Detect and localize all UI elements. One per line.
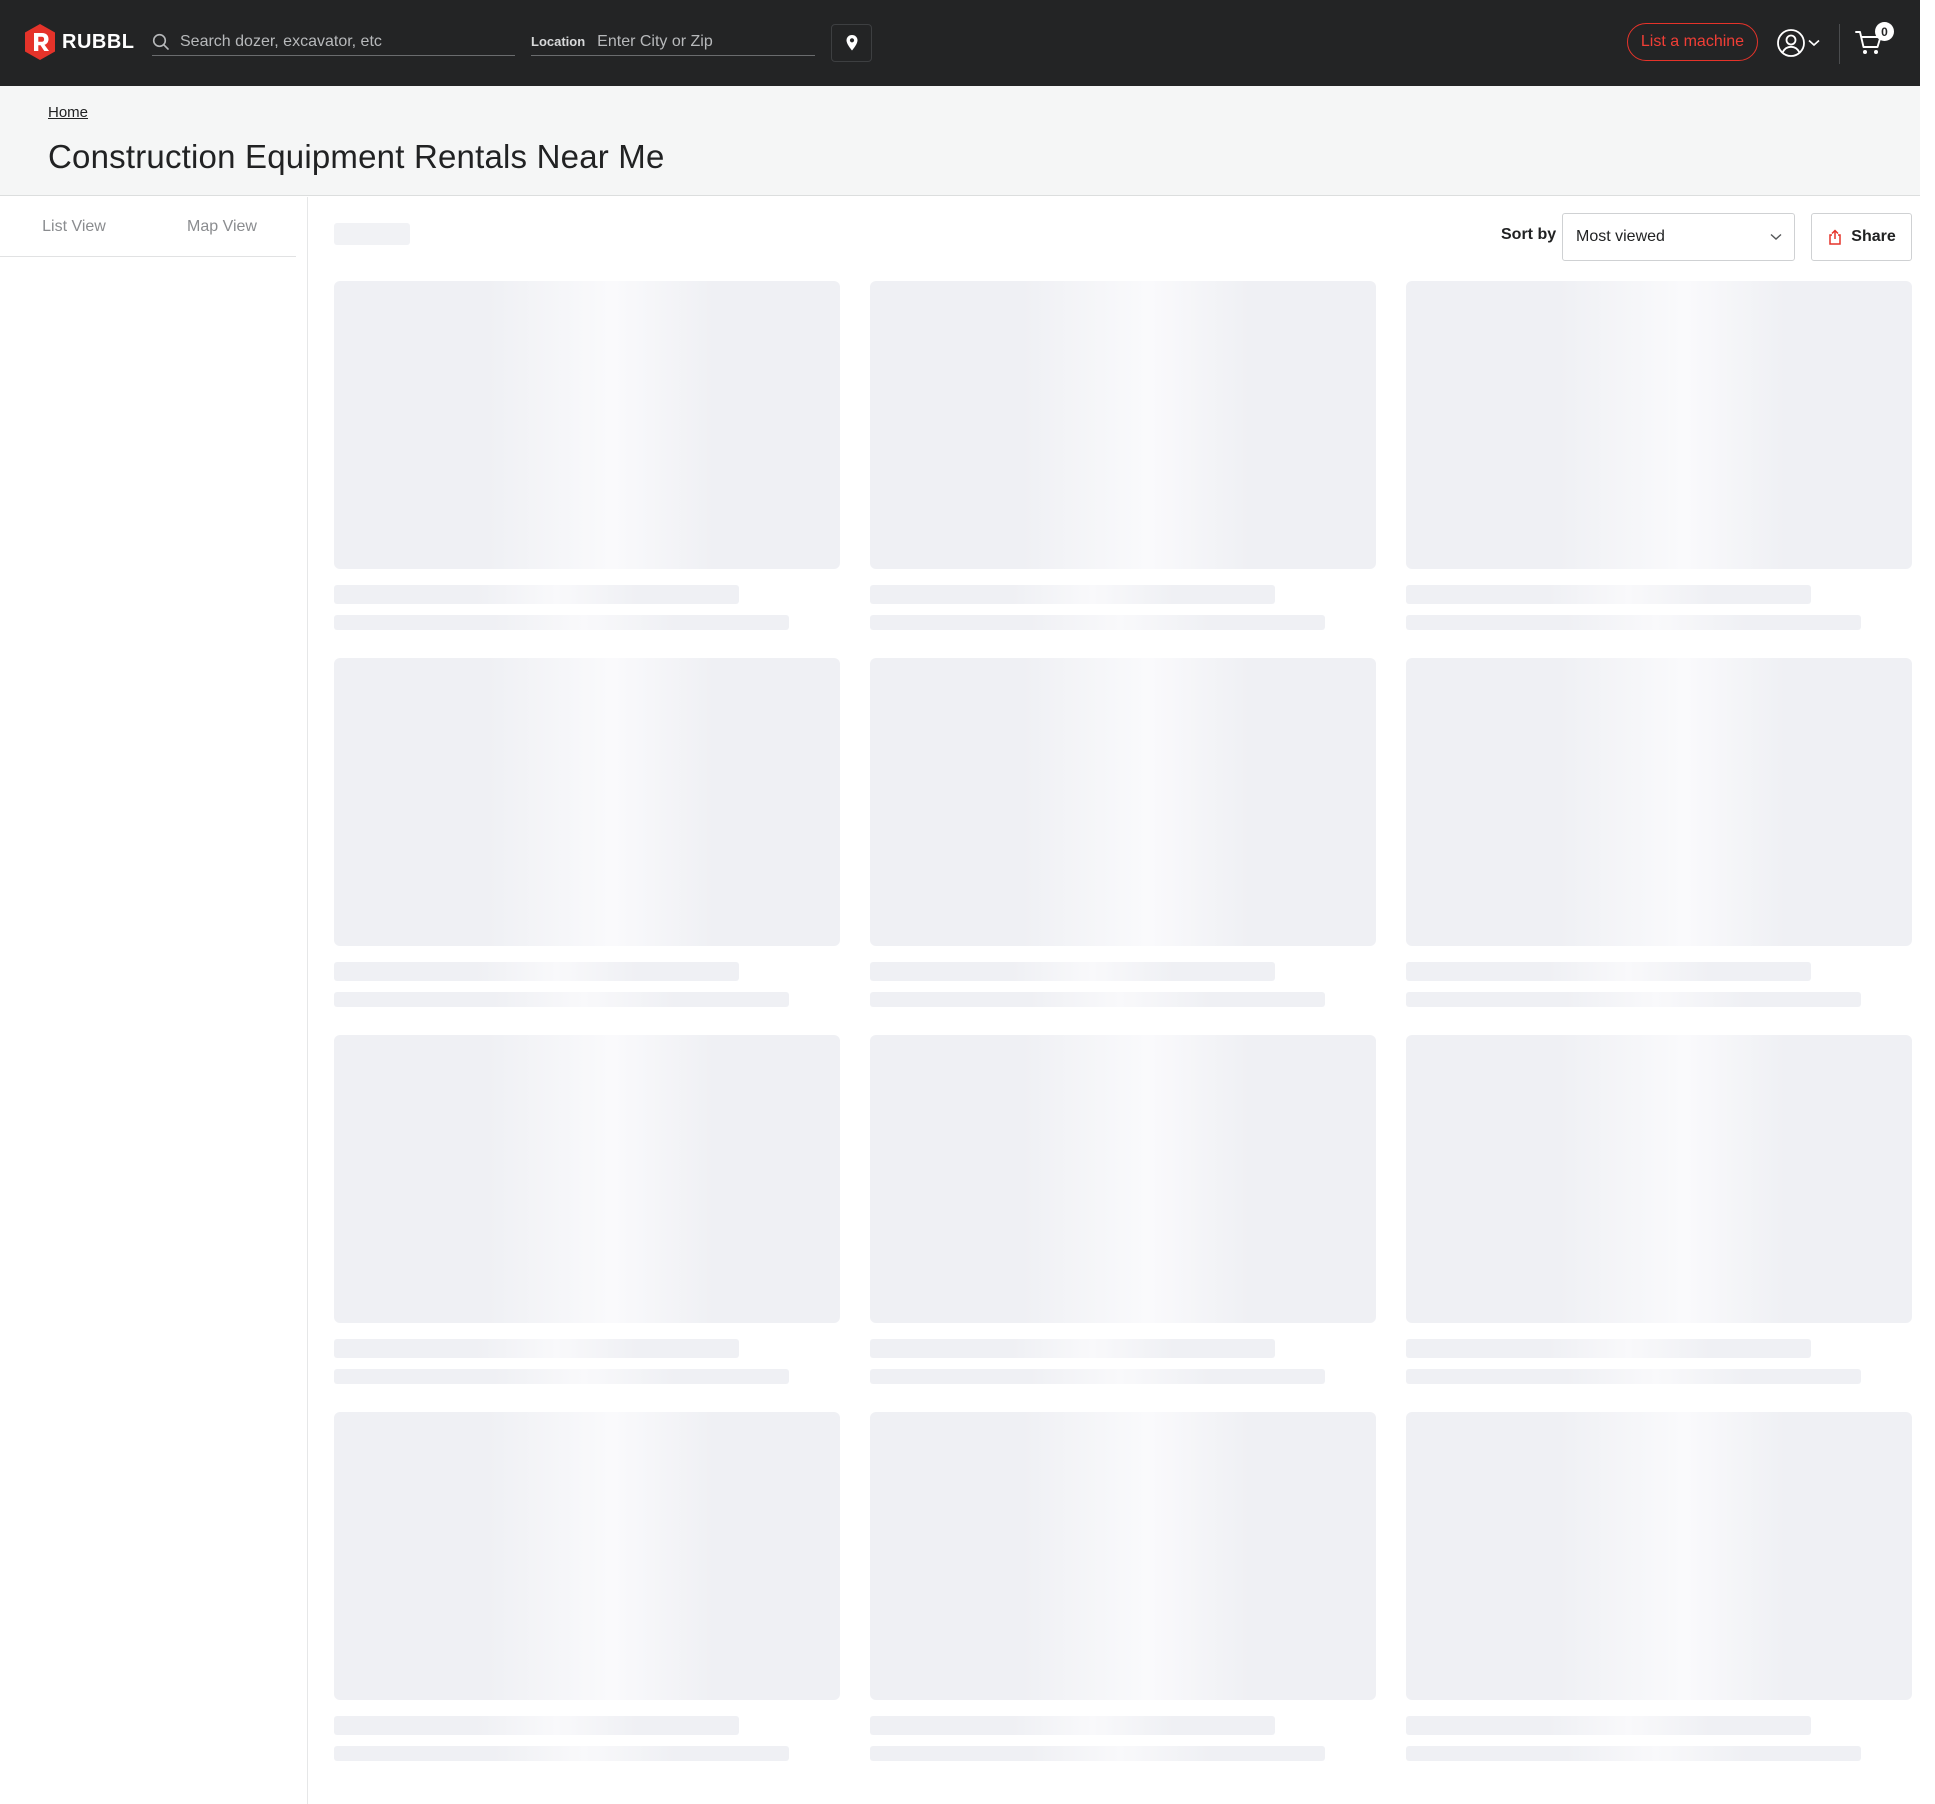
subtitle-placeholder xyxy=(334,1369,789,1384)
image-placeholder xyxy=(870,1412,1376,1700)
title-placeholder xyxy=(1406,1716,1811,1735)
subtitle-placeholder xyxy=(334,992,789,1007)
subtitle-placeholder xyxy=(870,1746,1325,1761)
filter-sidebar: List View Map View xyxy=(0,197,308,1804)
search-icon xyxy=(152,33,169,50)
subtitle-placeholder xyxy=(1406,1369,1861,1384)
page-header: Home Construction Equipment Rentals Near… xyxy=(0,86,1920,196)
image-placeholder xyxy=(334,281,840,569)
sort-label: Sort by xyxy=(1501,226,1557,243)
listing-card-placeholder xyxy=(870,281,1376,633)
listing-card-placeholder xyxy=(1406,281,1912,633)
listing-card-placeholder xyxy=(334,1035,840,1387)
subtitle-placeholder xyxy=(870,615,1325,630)
listing-card-placeholder xyxy=(1406,1035,1912,1387)
result-count-placeholder xyxy=(334,223,410,245)
share-button[interactable]: Share xyxy=(1811,213,1912,261)
rubbl-logo-icon xyxy=(25,24,55,60)
title-placeholder xyxy=(870,1339,1275,1358)
cart-button[interactable]: 0 xyxy=(1855,22,1894,56)
subtitle-placeholder xyxy=(1406,615,1861,630)
equipment-search xyxy=(152,28,515,56)
rubbl-logo[interactable]: RUBBL xyxy=(24,24,135,60)
image-placeholder xyxy=(1406,658,1912,946)
listing-card-placeholder xyxy=(1406,658,1912,1010)
listing-card-placeholder xyxy=(334,281,840,633)
view-toggle: List View Map View xyxy=(0,197,296,257)
location-label: Location xyxy=(531,34,586,49)
listing-card-placeholder xyxy=(870,1035,1376,1387)
image-placeholder xyxy=(334,1035,840,1323)
title-placeholder xyxy=(870,585,1275,604)
image-placeholder xyxy=(870,281,1376,569)
image-placeholder xyxy=(1406,281,1912,569)
cart-count-badge: 0 xyxy=(1875,22,1894,41)
sort-select[interactable]: Most viewed xyxy=(1562,213,1795,261)
chevron-down-icon xyxy=(1808,39,1820,47)
image-placeholder xyxy=(870,1035,1376,1323)
listing-card-placeholder xyxy=(334,1412,840,1764)
user-account-icon xyxy=(1777,29,1805,57)
image-placeholder xyxy=(334,1412,840,1700)
subtitle-placeholder xyxy=(334,1746,789,1761)
title-placeholder xyxy=(334,962,739,981)
image-placeholder xyxy=(1406,1035,1912,1323)
location-input[interactable] xyxy=(597,32,798,51)
share-label: Share xyxy=(1851,228,1896,245)
title-placeholder xyxy=(334,1339,739,1358)
tab-map-view[interactable]: Map View xyxy=(148,197,296,257)
subtitle-placeholder xyxy=(1406,992,1861,1007)
breadcrumb-home[interactable]: Home xyxy=(48,104,88,121)
listing-card-placeholder xyxy=(870,1412,1376,1764)
title-placeholder xyxy=(334,585,739,604)
subtitle-placeholder xyxy=(870,1369,1325,1384)
title-placeholder xyxy=(870,1716,1275,1735)
image-placeholder xyxy=(1406,1412,1912,1700)
title-placeholder xyxy=(334,1716,739,1735)
listing-card-placeholder xyxy=(334,658,840,1010)
listing-card-placeholder xyxy=(870,658,1376,1010)
location-search: Location xyxy=(531,28,815,56)
brand-name: RUBBL xyxy=(62,30,135,53)
listing-card-placeholder xyxy=(1406,1412,1912,1764)
chevron-down-icon xyxy=(1770,233,1782,240)
search-input[interactable] xyxy=(180,32,500,51)
top-navigation-bar: RUBBL Location List a machine xyxy=(0,0,1920,86)
share-icon xyxy=(1829,229,1842,245)
tab-list-view[interactable]: List View xyxy=(0,197,148,257)
map-pin-icon xyxy=(846,35,857,51)
account-menu[interactable] xyxy=(1776,28,1822,58)
subtitle-placeholder xyxy=(870,992,1325,1007)
header-divider xyxy=(1839,24,1840,64)
subtitle-placeholder xyxy=(1406,1746,1861,1761)
title-placeholder xyxy=(1406,585,1811,604)
list-a-machine-button[interactable]: List a machine xyxy=(1627,23,1758,61)
title-placeholder xyxy=(1406,962,1811,981)
title-placeholder xyxy=(1406,1339,1811,1358)
image-placeholder xyxy=(334,658,840,946)
subtitle-placeholder xyxy=(334,615,789,630)
image-placeholder xyxy=(870,658,1376,946)
page-title: Construction Equipment Rentals Near Me xyxy=(48,138,665,175)
title-placeholder xyxy=(870,962,1275,981)
use-my-location-button[interactable] xyxy=(831,24,872,62)
sort-selected-value: Most viewed xyxy=(1576,228,1665,245)
